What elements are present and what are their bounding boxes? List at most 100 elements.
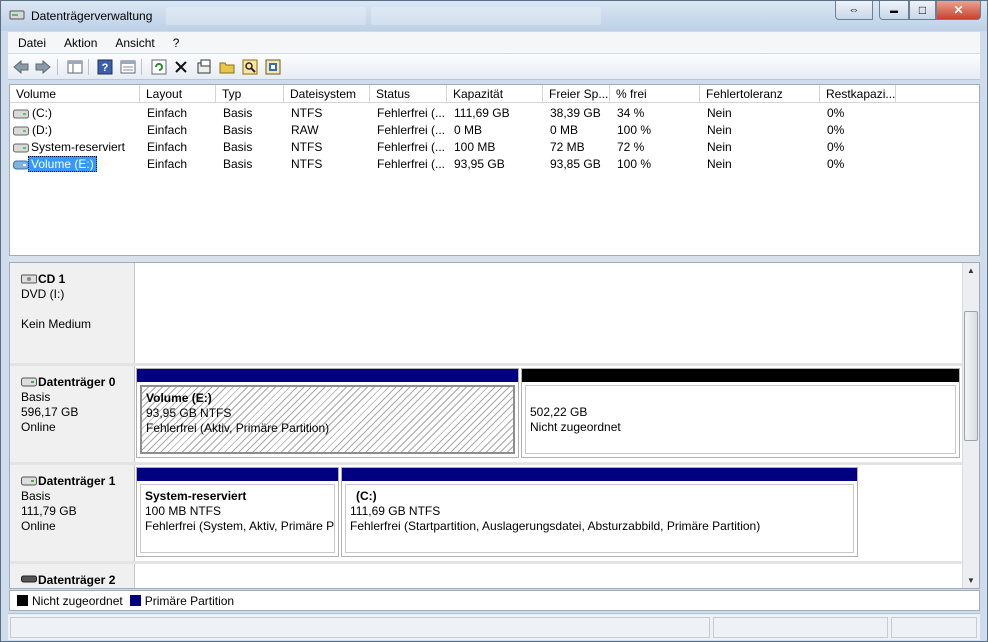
toolbar-separator	[141, 59, 142, 75]
volume-status: Fehlerfrei (...	[377, 123, 446, 137]
volume-layout: Einfach	[147, 140, 188, 154]
disk-info[interactable]: CD 1 DVD (I:) Kein Medium	[10, 263, 135, 363]
partition-size: 111,69 GB NTFS	[350, 504, 441, 518]
disk-type: Basis	[21, 489, 51, 503]
title-bar[interactable]: Datenträgerverwaltung ⇔ ▬ □ ✕	[1, 1, 987, 31]
column-header-filesystem[interactable]: Dateisystem	[284, 85, 370, 103]
disk-status: Online	[21, 519, 56, 533]
delete-icon[interactable]	[172, 58, 190, 76]
status-section	[891, 617, 977, 638]
open-folder-icon[interactable]	[218, 58, 236, 76]
partition-unallocated[interactable]: 502,22 GB Nicht zugeordnet	[521, 368, 960, 458]
volume-capacity: 100 MB	[454, 140, 496, 154]
volume-name: (C:)	[32, 106, 52, 120]
volume-capacity: 111,69 GB	[454, 106, 510, 120]
menu-ansicht[interactable]: Ansicht	[105, 36, 162, 50]
volume-type: Basis	[223, 106, 253, 120]
window-title: Datenträgerverwaltung	[31, 9, 153, 23]
column-header-fault-tolerance[interactable]: Fehlertoleranz	[700, 85, 820, 103]
partition-title: (C:)	[356, 489, 377, 503]
legend-label: Primäre Partition	[144, 593, 235, 608]
menu-help[interactable]: ?	[163, 36, 188, 50]
primary-partition-band	[137, 369, 518, 382]
disk-name: Datenträger 1	[38, 474, 116, 488]
disk-size: 596,17 GB	[21, 405, 79, 419]
column-header-free-space[interactable]: Freier Sp...	[543, 85, 610, 103]
disk-info[interactable]: Datenträger 0 Basis 596,17 GB Online	[10, 366, 135, 462]
partition-c[interactable]: (C:) 111,69 GB NTFS Fehlerfrei (Startpar…	[341, 467, 858, 557]
column-header-layout[interactable]: Layout	[140, 85, 216, 103]
volume-capacity: 93,95 GB	[454, 157, 505, 171]
volume-status: Fehlerfrei (...	[377, 140, 446, 154]
toolbar-separator	[88, 59, 89, 75]
column-header-percent-free[interactable]: % frei	[610, 85, 700, 103]
status-section	[10, 617, 710, 638]
volume-free-space: 72 MB	[550, 140, 585, 154]
menu-bar: Datei Aktion Ansicht ?	[8, 32, 980, 53]
disk-info[interactable]: Datenträger 2	[10, 564, 135, 588]
help-icon[interactable]: ?	[96, 58, 114, 76]
column-header-status[interactable]: Status	[370, 85, 447, 103]
column-header-type[interactable]: Typ	[216, 85, 284, 103]
volume-row[interactable]: System-reserviert Einfach Basis NTFS Feh…	[10, 139, 979, 156]
volume-overhead: 0%	[827, 123, 845, 137]
console-tree-icon[interactable]	[66, 58, 84, 76]
menu-aktion[interactable]: Aktion	[54, 36, 105, 50]
disk-name: Datenträger 2	[38, 573, 116, 587]
volume-free-space: 93,85 GB	[550, 157, 601, 171]
scrollbar-thumb[interactable]	[964, 311, 978, 441]
scroll-down-icon[interactable]: ▼	[967, 576, 975, 585]
scroll-up-icon[interactable]: ▲	[967, 266, 975, 275]
back-icon[interactable]	[12, 58, 30, 76]
partition-volume-e[interactable]: Volume (E:) 93,95 GB NTFS Fehlerfrei (Ak…	[136, 368, 519, 458]
partition-status: Fehlerfrei (Aktiv, Primäre Partition)	[146, 421, 330, 435]
disk-row-0: Datenträger 0 Basis 596,17 GB Online Vol…	[10, 366, 963, 462]
volume-name: Volume (E:)	[28, 156, 97, 172]
menu-datei[interactable]: Datei	[8, 36, 54, 50]
column-header-volume[interactable]: Volume	[10, 85, 140, 103]
volume-percent-free: 100 %	[617, 157, 652, 171]
maximize-button[interactable]: □	[909, 1, 936, 20]
volume-percent-free: 100 %	[617, 123, 652, 137]
minimize-button[interactable]: ▬	[879, 1, 909, 20]
search-icon[interactable]	[241, 58, 259, 76]
partition-system-reserved[interactable]: System-reserviert 100 MB NTFS Fehlerfrei…	[136, 467, 339, 557]
volume-list-header: Volume Layout Typ Dateisystem Status Kap…	[10, 85, 979, 103]
settings-icon[interactable]	[264, 58, 282, 76]
disk-row-1: Datenträger 1 Basis 111,79 GB Online Sys…	[10, 465, 963, 561]
background-tab-ghost	[166, 7, 366, 25]
column-header-capacity[interactable]: Kapazität	[447, 85, 543, 103]
column-header-overhead[interactable]: Restkapazi...	[820, 85, 896, 103]
disk-name: Datenträger 0	[38, 375, 116, 389]
drive-icon	[13, 160, 29, 170]
partition-size: 93,95 GB NTFS	[146, 406, 232, 420]
disk-map-scrollbar[interactable]: ▲ ▼	[962, 263, 979, 588]
svg-text:?: ?	[102, 62, 109, 74]
volume-capacity: 0 MB	[454, 123, 483, 137]
close-button[interactable]: ✕	[936, 1, 981, 20]
volume-row[interactable]: (C:) Einfach Basis NTFS Fehlerfrei (... …	[10, 105, 979, 122]
restore-button[interactable]: ⇔	[835, 1, 873, 20]
volume-row[interactable]: (D:) Einfach Basis RAW Fehlerfrei (... 0…	[10, 122, 979, 139]
cd-drive-icon	[21, 274, 37, 284]
volume-free-space: 0 MB	[550, 123, 579, 137]
properties-icon[interactable]	[195, 58, 213, 76]
volume-percent-free: 72 %	[617, 140, 645, 154]
disk-type: Basis	[21, 390, 51, 404]
disk-size: 111,79 GB	[21, 504, 77, 518]
refresh-icon[interactable]	[150, 58, 168, 76]
volume-layout: Einfach	[147, 157, 188, 171]
hard-disk-icon	[21, 575, 37, 583]
disk-info[interactable]: Datenträger 1 Basis 111,79 GB Online	[10, 465, 135, 561]
forward-icon[interactable]	[34, 58, 52, 76]
volume-filesystem: RAW	[291, 123, 319, 137]
partition-title: System-reserviert	[145, 489, 247, 503]
disk-name: CD 1	[38, 272, 66, 286]
primary-partition-band	[342, 468, 857, 481]
properties-view-icon[interactable]	[119, 58, 137, 76]
volume-fault-tolerance: Nein	[707, 157, 732, 171]
disk-row-2: Datenträger 2	[10, 564, 963, 588]
volume-overhead: 0%	[827, 157, 845, 171]
status-section	[713, 617, 888, 638]
volume-row-selected[interactable]: Volume (E:) Einfach Basis NTFS Fehlerfre…	[10, 156, 979, 173]
